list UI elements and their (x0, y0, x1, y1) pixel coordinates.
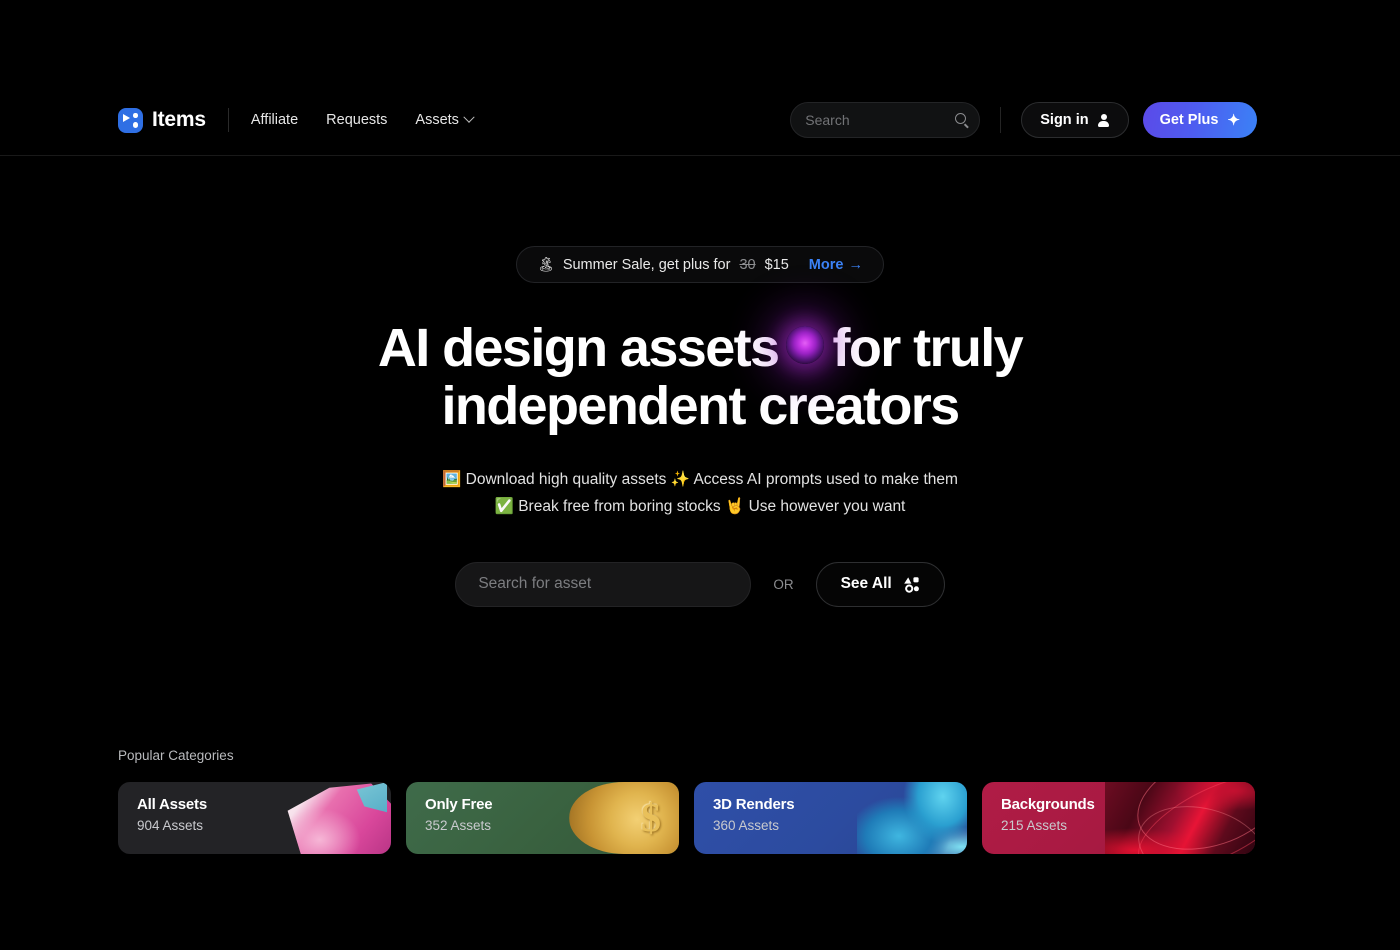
nav-link-assets-label: Assets (415, 112, 459, 128)
hero-search-row: OR See All (0, 561, 1400, 607)
hero-subtitle: 🖼️ Download high quality assets ✨ Access… (0, 466, 1400, 520)
promo-new-price: $15 (764, 256, 789, 273)
promo-more-link[interactable]: More → (809, 257, 863, 273)
asset-search-input[interactable] (478, 575, 729, 594)
headline-text-after-orb: for truly (832, 318, 1023, 378)
navbar-links: Affiliate Requests Assets (251, 111, 475, 128)
category-name: Only Free (425, 796, 493, 813)
brand-name: Items (152, 108, 206, 131)
category-count: 215 Assets (1001, 818, 1068, 833)
headline-line-2: independent creators (441, 376, 960, 437)
dollar-sign-icon: $ (641, 795, 661, 840)
promo-old-price: 30 (739, 256, 756, 273)
navbar-left-group: Items Affiliate Requests Assets (118, 107, 475, 133)
search-icon[interactable] (955, 113, 967, 124)
promo-more-label: More (808, 256, 844, 273)
logo-triangle-icon (123, 114, 130, 122)
nav-link-assets[interactable]: Assets (415, 111, 475, 128)
brand-logo[interactable]: Items (118, 107, 206, 133)
nav-link-affiliate[interactable]: Affiliate (251, 112, 298, 128)
summer-sale-banner[interactable]: 🏝 Summer Sale, get plus for 30 $15 More … (516, 246, 884, 283)
category-card-only-free[interactable]: $ Only Free 352 Assets (406, 782, 679, 854)
promo-banner-wrap: 🏝 Summer Sale, get plus for 30 $15 More … (0, 246, 1400, 283)
cyan-abstract-blob-image (857, 782, 967, 854)
category-card-text: All Assets 904 Assets (137, 796, 207, 833)
gold-dollar-coin-image (569, 782, 679, 854)
category-card-text: Backgrounds 215 Assets (1001, 796, 1095, 833)
category-count: 352 Assets (425, 818, 492, 833)
category-name: 3D Renders (713, 796, 795, 813)
category-card-3d-renders[interactable]: 3D Renders 360 Assets (694, 782, 967, 854)
navbar-right-group: Sign in Get Plus ✦ (790, 102, 1257, 138)
category-card-text: Only Free 352 Assets (425, 796, 493, 833)
get-plus-button[interactable]: Get Plus ✦ (1142, 102, 1257, 138)
search-input[interactable] (805, 112, 956, 128)
promo-text: Summer Sale, get plus for (562, 256, 731, 273)
navbar-divider (227, 108, 229, 132)
see-all-label: See All (840, 575, 892, 593)
subtitle-line-2: ✅ Break free from boring stocks 🤘 Use ho… (494, 497, 906, 515)
user-icon (1098, 113, 1110, 127)
hero-section: 🏝 Summer Sale, get plus for 30 $15 More … (0, 156, 1400, 607)
navbar-inner: Items Affiliate Requests Assets Search S… (118, 96, 1257, 144)
headline-text-before-orb: AI design assets (377, 318, 780, 378)
nav-link-requests[interactable]: Requests (326, 112, 387, 128)
shapes-icon (903, 576, 919, 593)
category-card-text: 3D Renders 360 Assets (713, 796, 795, 833)
arrow-right-icon: → (848, 256, 863, 273)
category-card-row: All Assets 904 Assets $ Only Free 352 As… (118, 782, 1400, 854)
purple-orb-icon (786, 325, 825, 364)
navbar-search[interactable] (790, 102, 981, 138)
navbar-divider-2 (1000, 107, 1002, 133)
category-name: Backgrounds (1001, 796, 1095, 813)
items-logo-icon (118, 107, 143, 133)
logo-dot-bottom-icon (132, 122, 138, 128)
category-count: 904 Assets (137, 818, 204, 833)
page-title: AI design assets for truly independent cr… (0, 319, 1400, 436)
sign-in-button[interactable]: Sign in (1021, 102, 1129, 138)
nav-link-affiliate-label: Affiliate (250, 112, 299, 128)
category-card-all-assets[interactable]: All Assets 904 Assets (118, 782, 391, 854)
category-card-backgrounds[interactable]: Backgrounds 215 Assets (982, 782, 1255, 854)
category-count: 360 Assets (713, 818, 780, 833)
categories-heading: Popular Categories (118, 748, 234, 763)
subtitle-line-1: 🖼️ Download high quality assets ✨ Access… (442, 470, 958, 488)
top-navbar: Items Affiliate Requests Assets Search S… (0, 0, 1400, 156)
nav-link-requests-label: Requests (326, 112, 388, 128)
sign-in-label: Sign in (1040, 112, 1089, 128)
headline-line-1: AI design assets for truly (0, 319, 1400, 377)
get-plus-label: Get Plus (1159, 112, 1219, 128)
category-name: All Assets (137, 796, 207, 813)
chevron-down-icon (463, 111, 475, 123)
see-all-button[interactable]: See All (815, 561, 945, 607)
logo-dot-top-icon (133, 113, 138, 118)
page-root: Items Affiliate Requests Assets Search S… (0, 0, 1400, 950)
popular-categories-section: Popular Categories All Assets 904 Assets… (118, 748, 1400, 854)
or-separator-label: OR (773, 576, 794, 592)
hero-search-field[interactable] (455, 561, 752, 607)
sparkle-icon: ✦ (1227, 111, 1240, 129)
island-emoji-icon: 🏝 (537, 256, 555, 272)
